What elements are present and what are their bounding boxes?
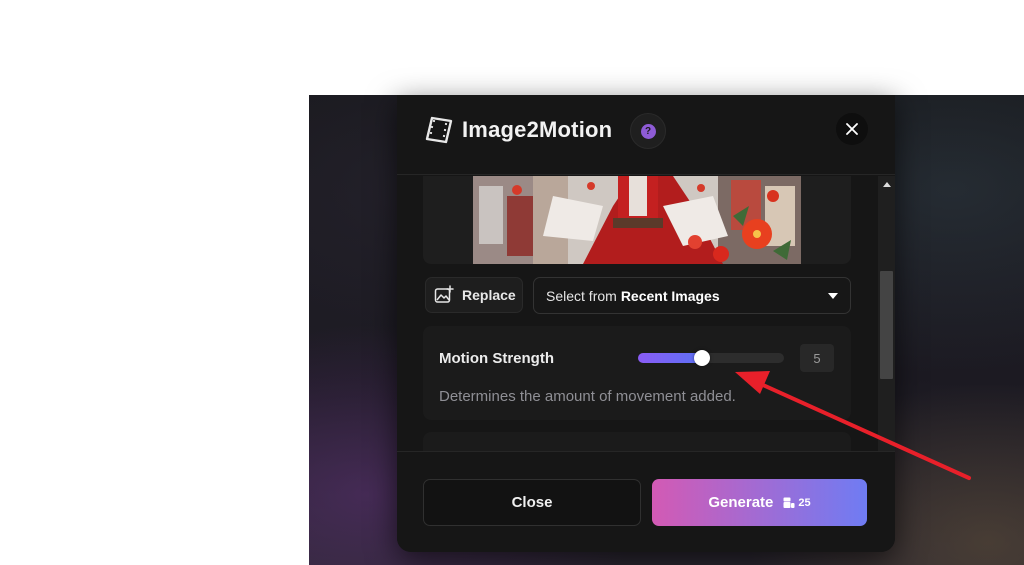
film-icon (425, 116, 453, 144)
replace-label: Replace (462, 287, 516, 303)
modal-header: Image2Motion ? (397, 95, 895, 175)
motion-strength-label: Motion Strength (439, 350, 554, 367)
next-setting-card (423, 432, 851, 451)
close-modal-button[interactable] (836, 113, 868, 145)
generate-label: Generate (708, 494, 774, 511)
scroll-up-arrow-icon[interactable] (883, 182, 891, 187)
scrollbar-thumb[interactable] (880, 271, 893, 379)
image2motion-modal: Image2Motion ? Replace Select from Recen… (397, 95, 895, 552)
image-add-icon (434, 285, 454, 303)
close-button[interactable]: Close (423, 479, 641, 526)
replace-button[interactable]: Replace (425, 277, 523, 313)
coin-stack-icon (783, 497, 795, 508)
modal-scrollbar[interactable] (878, 176, 895, 451)
caret-down-icon (828, 293, 838, 299)
modal-title: Image2Motion (462, 117, 613, 142)
modal-body[interactable]: Replace Select from Recent Images Motion… (397, 176, 895, 451)
generate-button[interactable]: Generate 25 (652, 479, 867, 526)
image-preview-card (423, 176, 851, 264)
help-icon: ? (640, 123, 656, 139)
recent-images-select[interactable]: Select from Recent Images (533, 277, 851, 314)
motion-strength-value[interactable]: 5 (800, 344, 834, 372)
select-strong-text: Recent Images (620, 287, 720, 304)
motion-strength-card: Motion Strength 5 Determines the amount … (423, 326, 851, 420)
screen: Image2Motion ? Replace Select from Recen… (0, 0, 1024, 565)
motion-strength-description: Determines the amount of movement added. (439, 388, 736, 405)
motion-strength-slider[interactable] (638, 350, 784, 366)
modal-footer: Close Generate 25 (397, 451, 895, 552)
select-prefix-text: Select from (546, 287, 617, 304)
close-icon (846, 123, 858, 135)
slider-thumb[interactable] (694, 350, 710, 366)
help-button[interactable]: ? (630, 113, 666, 149)
uploaded-image-preview (473, 176, 801, 264)
credit-cost: 25 (783, 496, 811, 509)
credit-count: 25 (798, 496, 811, 509)
